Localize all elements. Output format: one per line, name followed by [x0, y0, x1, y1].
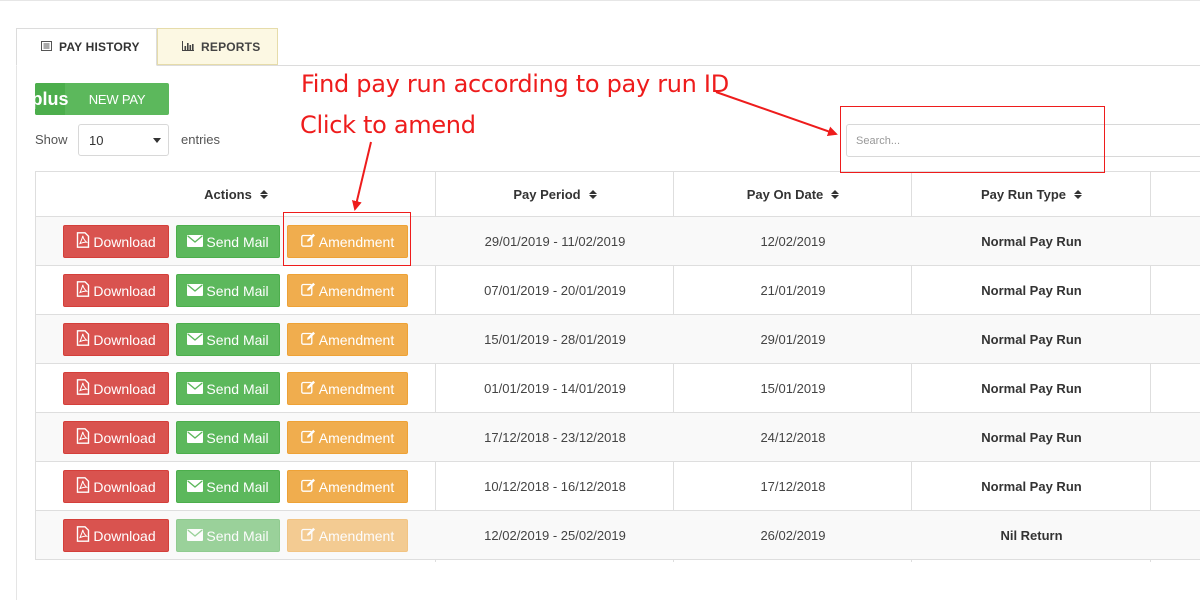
annotation-arrows — [351, 91, 838, 211]
annotation-arrow-amend — [351, 141, 372, 211]
tab-pay-history[interactable]: PAY HISTORY — [16, 28, 157, 66]
list-icon — [41, 40, 52, 54]
tab-label: PAY HISTORY — [59, 40, 140, 54]
annotation-arrow-search — [715, 91, 838, 137]
